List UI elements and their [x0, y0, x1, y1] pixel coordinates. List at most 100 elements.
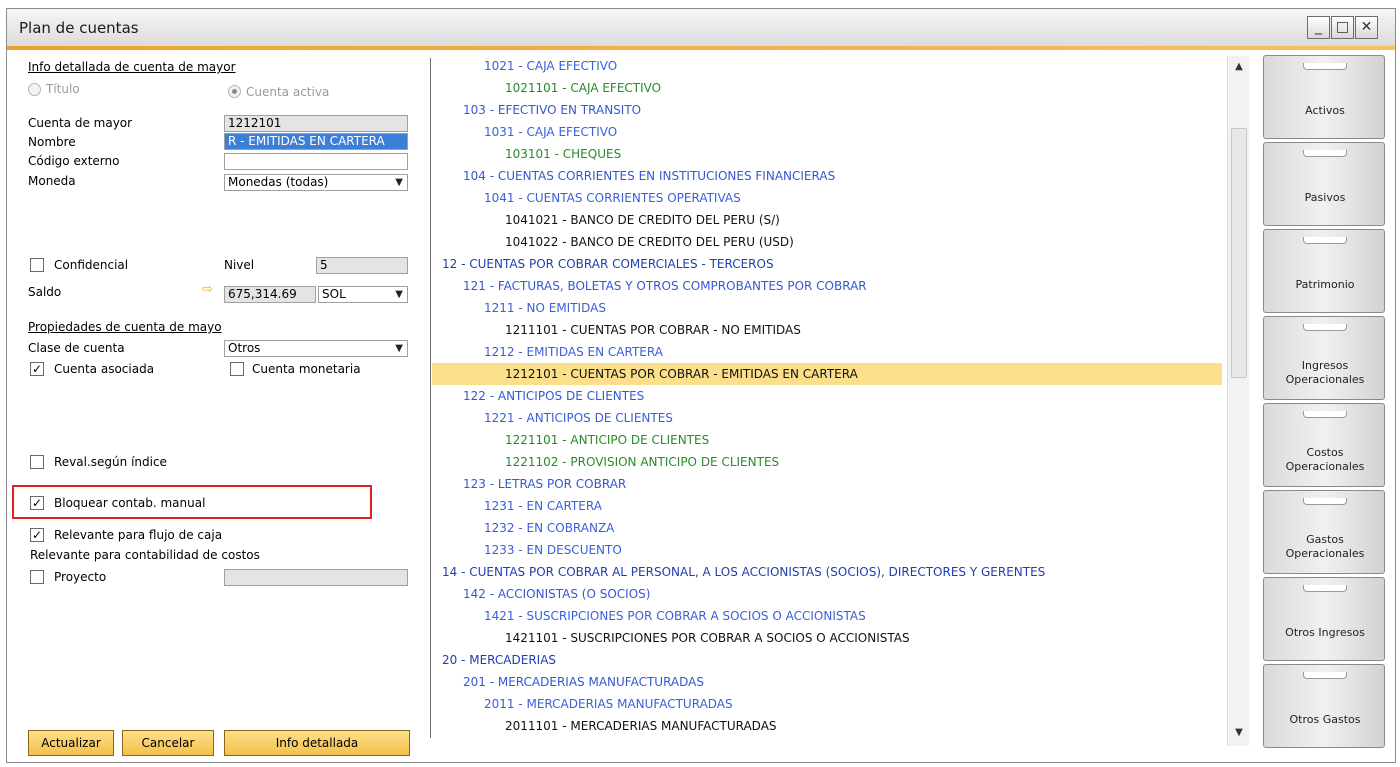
- tree-row[interactable]: 1211 - NO EMITIDAS: [432, 297, 1222, 319]
- panel-splitter[interactable]: [430, 58, 431, 738]
- clase-cuenta-label: Clase de cuenta: [28, 341, 125, 355]
- cuenta-asociada-label: Cuenta asociada: [54, 362, 155, 376]
- reval-checkbox[interactable]: [30, 455, 44, 469]
- codigo-externo-label: Código externo: [28, 154, 120, 168]
- cuenta-monetaria-label: Cuenta monetaria: [252, 362, 361, 376]
- tree-row[interactable]: 1041022 - BANCO DE CREDITO DEL PERU (USD…: [432, 231, 1222, 253]
- confidencial-checkbox[interactable]: [30, 258, 44, 272]
- nivel-field: 5: [316, 257, 408, 274]
- tree-row[interactable]: 1221 - ANTICIPOS DE CLIENTES: [432, 407, 1222, 429]
- actualizar-button[interactable]: Actualizar: [28, 730, 114, 756]
- tree-row[interactable]: 122 - ANTICIPOS DE CLIENTES: [432, 385, 1222, 407]
- category-tab-label: Ingresos: [1301, 359, 1349, 372]
- account-detail-panel: Info detallada de cuenta de mayor Título…: [20, 50, 420, 756]
- tree-row[interactable]: 201 - MERCADERIAS MANUFACTURADAS: [432, 671, 1222, 693]
- radio-title[interactable]: [28, 83, 41, 96]
- moneda-dropdown[interactable]: Monedas (todas): [224, 174, 408, 191]
- minimize-button[interactable]: _: [1307, 16, 1330, 39]
- tree-row[interactable]: 2011 - MERCADERIAS MANUFACTURADAS: [432, 693, 1222, 715]
- tree-row[interactable]: 1041 - CUENTAS CORRIENTES OPERATIVAS: [432, 187, 1222, 209]
- tree-row[interactable]: 12 - CUENTAS POR COBRAR COMERCIALES - TE…: [432, 253, 1222, 275]
- props-section-title: Propiedades de cuenta de mayo: [28, 320, 222, 334]
- drawer-handle-icon: [1303, 498, 1347, 505]
- scroll-thumb[interactable]: [1231, 128, 1247, 378]
- nivel-label: Nivel: [224, 258, 255, 272]
- close-button[interactable]: ✕: [1355, 16, 1378, 39]
- radio-active-label: Cuenta activa: [246, 85, 330, 99]
- account-category-tabs: Activos Pasivos Patrimonio Ingresos Operacio…: [1263, 55, 1385, 748]
- drill-down-arrow-icon[interactable]: ⇨: [202, 282, 213, 297]
- tree-row[interactable]: 1212 - EMITIDAS EN CARTERA: [432, 341, 1222, 363]
- info-detallada-button[interactable]: Info detallada: [224, 730, 410, 756]
- cuenta-asociada-checkbox[interactable]: ✓: [30, 362, 44, 376]
- cuenta-mayor-label: Cuenta de mayor: [28, 116, 133, 130]
- tree-row[interactable]: 142 - ACCIONISTAS (O SOCIOS): [432, 583, 1222, 605]
- tree-scrollbar[interactable]: ▲ ▼: [1227, 56, 1249, 746]
- category-tab-label: Gastos: [1306, 533, 1344, 546]
- category-tab-3[interactable]: Ingresos Operacionales: [1263, 316, 1385, 400]
- tree-row[interactable]: 1031 - CAJA EFECTIVO: [432, 121, 1222, 143]
- tree-row[interactable]: 1221102 - PROVISION ANTICIPO DE CLIENTES: [432, 451, 1222, 473]
- nombre-field[interactable]: R - EMITIDAS EN CARTERA: [224, 133, 408, 150]
- proyecto-field: [224, 569, 408, 586]
- tree-row[interactable]: 1421 - SUSCRIPCIONES POR COBRAR A SOCIOS…: [432, 605, 1222, 627]
- clase-cuenta-dropdown[interactable]: Otros: [224, 340, 408, 357]
- tree-row[interactable]: 1021 - CAJA EFECTIVO: [432, 55, 1222, 77]
- tree-row[interactable]: 103 - EFECTIVO EN TRANSITO: [432, 99, 1222, 121]
- window-title: Plan de cuentas: [19, 19, 139, 37]
- category-tab-label: Pasivos: [1304, 191, 1346, 204]
- category-tab-5[interactable]: Gastos Operacionales: [1263, 490, 1385, 574]
- tree-row[interactable]: 1221101 - ANTICIPO DE CLIENTES: [432, 429, 1222, 451]
- tree-row[interactable]: 1231 - EN CARTERA: [432, 495, 1222, 517]
- category-tab-1[interactable]: Pasivos: [1263, 142, 1385, 226]
- proyecto-checkbox[interactable]: [30, 570, 44, 584]
- radio-title-label: Título: [46, 82, 80, 96]
- category-tab-2[interactable]: Patrimonio: [1263, 229, 1385, 313]
- tree-row[interactable]: 14 - CUENTAS POR COBRAR AL PERSONAL, A L…: [432, 561, 1222, 583]
- title-bar[interactable]: Plan de cuentas _ □ ✕: [7, 9, 1395, 50]
- relevante-flujo-checkbox[interactable]: ✓: [30, 528, 44, 542]
- tree-row[interactable]: 1232 - EN COBRANZA: [432, 517, 1222, 539]
- saldo-label: Saldo: [28, 285, 62, 299]
- proyecto-label: Proyecto: [54, 570, 107, 584]
- drawer-handle-icon: [1303, 150, 1347, 157]
- tree-row[interactable]: 1233 - EN DESCUENTO: [432, 539, 1222, 561]
- category-tab-label: Otros Gastos: [1289, 713, 1361, 726]
- tree-row[interactable]: 1211101 - CUENTAS POR COBRAR - NO EMITID…: [432, 319, 1222, 341]
- drawer-handle-icon: [1303, 672, 1347, 679]
- tree-row[interactable]: 1021101 - CAJA EFECTIVO: [432, 77, 1222, 99]
- relevante-flujo-label: Relevante para flujo de caja: [54, 528, 223, 542]
- category-tab-sublabel: Operacionales: [1285, 547, 1365, 560]
- tree-row[interactable]: 123 - LETRAS POR COBRAR: [432, 473, 1222, 495]
- confidencial-label: Confidencial: [54, 258, 129, 272]
- tree-row[interactable]: 121 - FACTURAS, BOLETAS Y OTROS COMPROBA…: [432, 275, 1222, 297]
- tree-row[interactable]: 103101 - CHEQUES: [432, 143, 1222, 165]
- moneda-label: Moneda: [28, 174, 76, 188]
- category-tab-label: Costos: [1306, 446, 1344, 459]
- cuenta-mayor-field[interactable]: 1212101: [224, 115, 408, 132]
- codigo-externo-field[interactable]: [224, 153, 408, 170]
- account-tree: 1021 - CAJA EFECTIVO 1021101 - CAJA EFECT…: [432, 55, 1222, 745]
- category-tab-6[interactable]: Otros Ingresos: [1263, 577, 1385, 661]
- cancelar-button[interactable]: Cancelar: [122, 730, 214, 756]
- category-tab-sublabel: Operacionales: [1285, 460, 1365, 473]
- tree-row[interactable]: 104 - CUENTAS CORRIENTES EN INSTITUCIONE…: [432, 165, 1222, 187]
- tree-row[interactable]: 2011101 - MERCADERIAS MANUFACTURADAS: [432, 715, 1222, 737]
- tree-row[interactable]: 20 - MERCADERIAS: [432, 649, 1222, 671]
- radio-active-account[interactable]: [228, 85, 241, 98]
- detail-section-title: Info detallada de cuenta de mayor: [28, 60, 236, 74]
- category-tab-7[interactable]: Otros Gastos: [1263, 664, 1385, 748]
- category-tab-label: Patrimonio: [1295, 278, 1355, 291]
- maximize-button[interactable]: □: [1331, 16, 1354, 39]
- drawer-handle-icon: [1303, 63, 1347, 70]
- tree-row-selected[interactable]: 1212101 - CUENTAS POR COBRAR - EMITIDAS …: [432, 363, 1222, 385]
- scroll-down-icon[interactable]: ▼: [1230, 724, 1248, 742]
- category-tab-0[interactable]: Activos: [1263, 55, 1385, 139]
- category-tab-4[interactable]: Costos Operacionales: [1263, 403, 1385, 487]
- cuenta-monetaria-checkbox[interactable]: [230, 362, 244, 376]
- scroll-up-icon[interactable]: ▲: [1230, 58, 1248, 76]
- tree-row[interactable]: 1421101 - SUSCRIPCIONES POR COBRAR A SOC…: [432, 627, 1222, 649]
- highlight-annotation: [12, 485, 372, 519]
- tree-row[interactable]: 1041021 - BANCO DE CREDITO DEL PERU (S/): [432, 209, 1222, 231]
- saldo-currency-dropdown[interactable]: SOL: [318, 286, 408, 303]
